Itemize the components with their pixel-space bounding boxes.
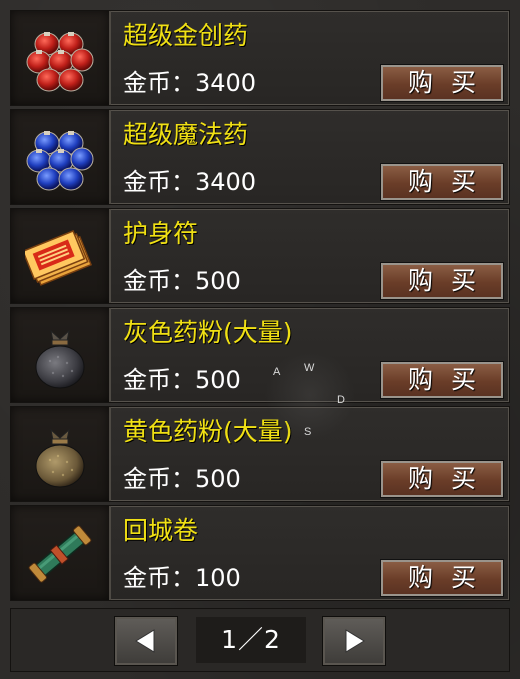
talisman-icon (25, 230, 93, 286)
item-icon-cell (11, 308, 111, 402)
item-price: 金币：3400 (123, 69, 257, 97)
blue-potion-pack-icon (26, 131, 94, 191)
shop-item-row: 黄色药粉(大量) 金币：500 购买 (10, 406, 510, 502)
left-arrow-icon (135, 629, 155, 653)
buy-button[interactable]: 购买 (380, 262, 504, 300)
shop-item-row: 超级金创药 金币：3400 购买 (10, 10, 510, 106)
gray-powder-bag-icon (35, 329, 85, 389)
item-icon-cell (11, 209, 111, 303)
item-icon-cell (11, 407, 111, 501)
shop-item-row: 回城卷 金币：100 购买 (10, 505, 510, 601)
item-price: 金币：3400 (123, 168, 257, 196)
buy-button[interactable]: 购买 (380, 361, 504, 399)
item-icon-cell (11, 506, 111, 600)
item-icon-cell (11, 110, 111, 204)
item-name: 超级魔法药 (123, 120, 249, 149)
item-name: 护身符 (123, 219, 199, 248)
return-scroll-icon (28, 525, 92, 583)
prev-page-button[interactable] (114, 616, 178, 666)
right-arrow-icon (345, 629, 365, 653)
item-name: 黄色药粉(大量) (123, 417, 293, 446)
next-page-button[interactable] (322, 616, 386, 666)
item-price: 金币：500 (123, 267, 241, 295)
pagination-bar: 1／2 (10, 608, 510, 672)
item-price: 金币：100 (123, 564, 241, 592)
yellow-powder-bag-icon (35, 428, 85, 488)
buy-button[interactable]: 购买 (380, 460, 504, 498)
buy-button[interactable]: 购买 (380, 559, 504, 597)
item-price: 金币：500 (123, 366, 241, 394)
item-name: 灰色药粉(大量) (123, 318, 293, 347)
shop-item-row: 护身符 金币：500 购买 (10, 208, 510, 304)
page-indicator: 1／2 (196, 617, 306, 663)
shop-item-row: 超级魔法药 金币：3400 购买 (10, 109, 510, 205)
shop-item-row: 灰色药粉(大量) 金币：500 购买 (10, 307, 510, 403)
item-price: 金币：500 (123, 465, 241, 493)
item-name: 回城卷 (123, 516, 199, 545)
shop-panel: 超级金创药 金币：3400 购买 超级魔法药 金币：3400 购买 护身符 金币… (0, 0, 520, 679)
buy-button[interactable]: 购买 (380, 64, 504, 102)
buy-button[interactable]: 购买 (380, 163, 504, 201)
item-icon-cell (11, 11, 111, 105)
item-name: 超级金创药 (123, 21, 249, 50)
red-potion-pack-icon (26, 32, 94, 92)
